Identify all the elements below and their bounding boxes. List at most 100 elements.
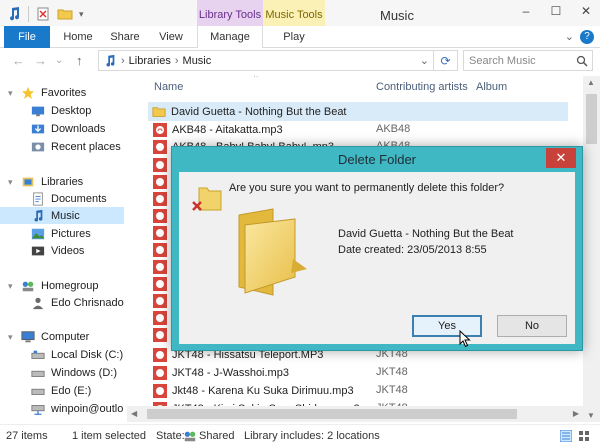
breadcrumb-libraries[interactable]: Libraries (129, 55, 171, 67)
drive-icon (31, 370, 45, 377)
nav-label: Pictures (51, 227, 91, 240)
breadcrumb-music[interactable]: Music (183, 55, 212, 67)
maximize-button[interactable]: ☐ (548, 4, 564, 18)
nav-item-videos[interactable]: Videos (30, 242, 84, 259)
nav-item-desktop[interactable]: Desktop (30, 102, 91, 119)
audio-file-icon (153, 139, 167, 154)
nav-item-local-disk-c[interactable]: Local Disk (C:) (30, 346, 123, 363)
column-header-album[interactable]: Album (476, 76, 507, 98)
toolbar-separator (28, 6, 29, 22)
tab-view[interactable]: View (151, 26, 191, 48)
nav-item-documents[interactable]: Documents (30, 190, 107, 207)
state-label: State: (156, 430, 185, 442)
refresh-button[interactable]: ⟳ (434, 50, 458, 71)
details-view-icon[interactable] (560, 430, 572, 442)
no-button[interactable]: No (497, 315, 567, 337)
dialog-close-button[interactable]: ✕ (546, 148, 576, 168)
expand-homegroup-icon[interactable]: ▾ (8, 281, 13, 292)
column-header-artist[interactable]: Contributing artists (376, 76, 468, 98)
qat-dropdown-icon[interactable]: ▾ (79, 9, 84, 20)
dialog-date-created: Date created: 23/05/2013 8:55 (338, 244, 487, 256)
scrollbar-thumb[interactable] (586, 94, 597, 144)
search-icon[interactable] (576, 55, 588, 67)
recent-places-icon (31, 142, 45, 151)
expand-computer-icon[interactable]: ▾ (8, 332, 13, 343)
nav-item-recent-places[interactable]: Recent places (30, 138, 121, 155)
nav-item-edo-e[interactable]: Edo (E:) (30, 382, 91, 399)
audio-file-icon (153, 122, 167, 137)
large-icons-view-icon[interactable] (578, 430, 590, 442)
nav-item-user[interactable]: Edo Chrisnado (30, 294, 124, 311)
ribbon-controls: ⌄ ? (565, 30, 594, 44)
yes-button[interactable]: Yes (412, 315, 482, 337)
close-button[interactable]: ✕ (578, 4, 594, 18)
address-dropdown-icon[interactable]: ⌄ (420, 54, 429, 67)
nav-item-downloads[interactable]: Downloads (30, 120, 105, 137)
nav-item-music[interactable]: Music (0, 207, 124, 224)
properties-icon[interactable] (35, 6, 51, 22)
new-folder-icon[interactable] (57, 6, 73, 22)
music-icon (34, 209, 43, 222)
mouse-cursor-icon (459, 330, 471, 348)
search-placeholder: Search Music (469, 54, 536, 67)
minimize-button[interactable]: – (518, 4, 534, 18)
list-item[interactable]: David Guetta - Nothing But the Beat (148, 102, 568, 121)
column-header-name[interactable]: Name (154, 76, 183, 98)
scroll-up-icon[interactable]: ▲ (587, 78, 595, 87)
list-item[interactable]: Jkt48 - Karena Ku Suka Dirimuu.mp3 (153, 382, 354, 399)
libraries-icon (22, 177, 34, 186)
videos-icon (31, 246, 45, 255)
state-value: Shared (199, 430, 235, 442)
dialog-title: Delete Folder (337, 152, 417, 167)
tab-file[interactable]: File (4, 26, 50, 48)
expand-ribbon-icon[interactable]: ⌄ (565, 30, 574, 44)
audio-file-icon (153, 383, 167, 398)
file-artist: AKB48 (376, 123, 411, 135)
nav-item-computer[interactable]: Computer (20, 328, 89, 345)
audio-file-icon (153, 294, 167, 308)
horizontal-scrollbar[interactable]: ◀ ▶ (127, 406, 583, 422)
audio-file-icon (153, 328, 167, 342)
list-item[interactable]: JKT48 - J-Wasshoi.mp3 (153, 364, 289, 381)
search-input[interactable]: Search Music (463, 50, 593, 71)
forward-button[interactable]: → (34, 53, 47, 68)
library-locations: Library includes: 2 locations (244, 430, 380, 442)
vertical-scrollbar[interactable]: ▲ ▼ (583, 76, 600, 422)
recent-locations-button[interactable]: ⌄ (55, 55, 63, 66)
scrollbar-thumb[interactable] (147, 409, 517, 419)
nav-item-libraries[interactable]: Libraries (20, 173, 83, 190)
drive-icon (31, 388, 45, 395)
computer-icon (21, 330, 35, 342)
tab-play[interactable]: Play (263, 26, 325, 48)
file-name: JKT48 - J-Wasshoi.mp3 (172, 366, 289, 379)
delete-folder-icon (192, 187, 222, 211)
scroll-right-icon[interactable]: ▶ (573, 409, 579, 418)
expand-libraries-icon[interactable]: ▾ (8, 177, 13, 188)
help-icon[interactable]: ? (580, 30, 594, 44)
audio-file-icon (153, 175, 167, 189)
file-name: David Guetta - Nothing But the Beat (171, 105, 347, 118)
up-button[interactable]: ↑ (76, 53, 83, 68)
expand-favorites-icon[interactable]: ▾ (8, 88, 13, 99)
nav-item-pictures[interactable]: Pictures (30, 225, 91, 242)
nav-item-windows-d[interactable]: Windows (D:) (30, 364, 117, 381)
nav-item-network-location[interactable]: winpoin@outlo (30, 400, 123, 417)
back-button[interactable]: ← (12, 53, 25, 68)
tab-share[interactable]: Share (105, 26, 145, 48)
music-note-icon[interactable] (6, 6, 22, 22)
tab-manage[interactable]: Manage (197, 26, 263, 48)
address-bar[interactable]: › Libraries › Music ⌄ (98, 50, 434, 71)
scroll-down-icon[interactable]: ▼ (587, 411, 595, 420)
status-bar: 27 items 1 item selected State: Shared L… (0, 424, 600, 447)
audio-file-icon (153, 260, 167, 274)
scroll-left-icon[interactable]: ◀ (131, 409, 137, 418)
nav-item-homegroup[interactable]: Homegroup (20, 277, 98, 294)
navigation-pane: ▾ Favorites Desktop Downloads Recent pla… (0, 76, 124, 422)
nav-label: winpoin@outlo (51, 402, 124, 415)
nav-item-favorites[interactable]: Favorites (20, 84, 86, 101)
nav-label: Desktop (51, 104, 92, 117)
user-icon (32, 297, 44, 309)
list-item[interactable]: AKB48 - Aitakatta.mp3 (153, 121, 283, 138)
audio-file-icon (153, 277, 167, 291)
tab-home[interactable]: Home (58, 26, 98, 48)
